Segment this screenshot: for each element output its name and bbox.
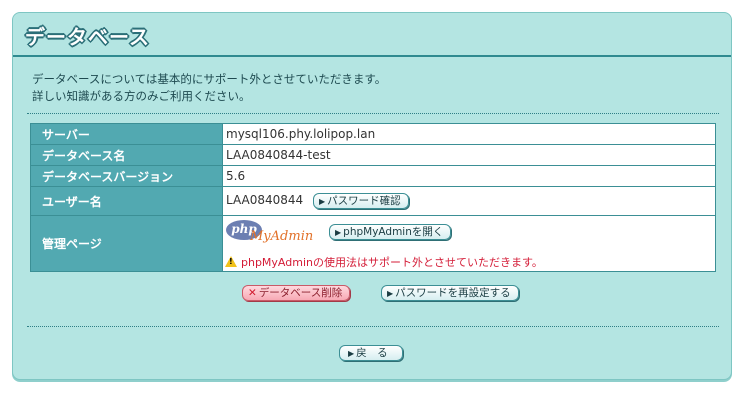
- server-value: mysql106.phy.lolipop.lan: [222, 123, 716, 145]
- table-row-admin: 管理ページ php MyAdmin ▶phpMyAdminを開く phpMyAd…: [30, 215, 716, 272]
- server-label: サーバー: [30, 123, 223, 145]
- database-info-table: サーバー mysql106.phy.lolipop.lan データベース名 LA…: [30, 123, 716, 272]
- action-buttons: ✕ データベース削除 ▶ パスワードを再設定する: [13, 285, 731, 303]
- warning-text: phpMyAdminの使用法はサポート外とさせていただきます。: [241, 256, 543, 269]
- description: データベースについては基本的にサポート外とさせていただきます。 詳しい知識がある…: [32, 71, 386, 105]
- arrow-right-icon: ▶: [348, 349, 355, 358]
- arrow-right-icon: ▶: [318, 197, 326, 206]
- delete-database-label: データベース削除: [258, 287, 343, 299]
- delete-database-button[interactable]: ✕ データベース削除: [242, 285, 351, 301]
- open-phpmyadmin-label: phpMyAdminを開く: [343, 226, 444, 238]
- back-button[interactable]: ▶ 戻 る: [339, 345, 403, 361]
- database-panel: データベース データベースについては基本的にサポート外とさせていただきます。 詳…: [12, 12, 732, 380]
- dbname-value: LAA0840844-test: [222, 144, 716, 166]
- table-row-version: データベースバージョン 5.6: [30, 165, 716, 187]
- divider-top: [27, 113, 719, 114]
- x-icon: ✕: [248, 287, 257, 299]
- reset-password-button[interactable]: ▶ パスワードを再設定する: [381, 285, 519, 301]
- description-line-1: データベースについては基本的にサポート外とさせていただきます。: [32, 72, 387, 86]
- table-row-server: サーバー mysql106.phy.lolipop.lan: [30, 123, 716, 145]
- user-value: LAA0840844: [226, 193, 304, 207]
- admin-label: 管理ページ: [30, 215, 223, 272]
- admin-cell: php MyAdmin ▶phpMyAdminを開く phpMyAdminの使用…: [222, 215, 716, 272]
- warning-icon: [225, 256, 237, 267]
- open-phpmyadmin-button[interactable]: ▶ phpMyAdminを開く: [329, 224, 452, 240]
- version-label: データベースバージョン: [30, 165, 223, 187]
- divider-bottom: [27, 326, 719, 327]
- panel-header: データベース: [13, 13, 731, 57]
- page-title: データベース: [25, 25, 150, 49]
- table-row-user: ユーザー名 LAA0840844 ▶ パスワード確認: [30, 186, 716, 216]
- reset-password-label: パスワードを再設定する: [395, 287, 511, 299]
- arrow-right-icon: ▶: [387, 289, 394, 298]
- warning-message: phpMyAdminの使用法はサポート外とさせていただきます。: [225, 254, 543, 270]
- user-cell: LAA0840844 ▶ パスワード確認: [222, 186, 716, 216]
- back-label: 戻 る: [356, 347, 388, 359]
- table-row-dbname: データベース名 LAA0840844-test: [30, 144, 716, 166]
- version-value: 5.6: [222, 165, 716, 187]
- password-check-button[interactable]: ▶ パスワード確認: [312, 193, 409, 209]
- dbname-label: データベース名: [30, 144, 223, 166]
- user-label: ユーザー名: [30, 186, 223, 216]
- description-line-2: 詳しい知識がある方のみご利用ください。: [32, 89, 251, 103]
- logo-myadmin-text: MyAdmin: [250, 229, 314, 244]
- password-check-label: パスワード確認: [327, 195, 401, 207]
- phpmyadmin-logo: php MyAdmin: [226, 220, 316, 246]
- arrow-right-icon: ▶: [335, 228, 342, 237]
